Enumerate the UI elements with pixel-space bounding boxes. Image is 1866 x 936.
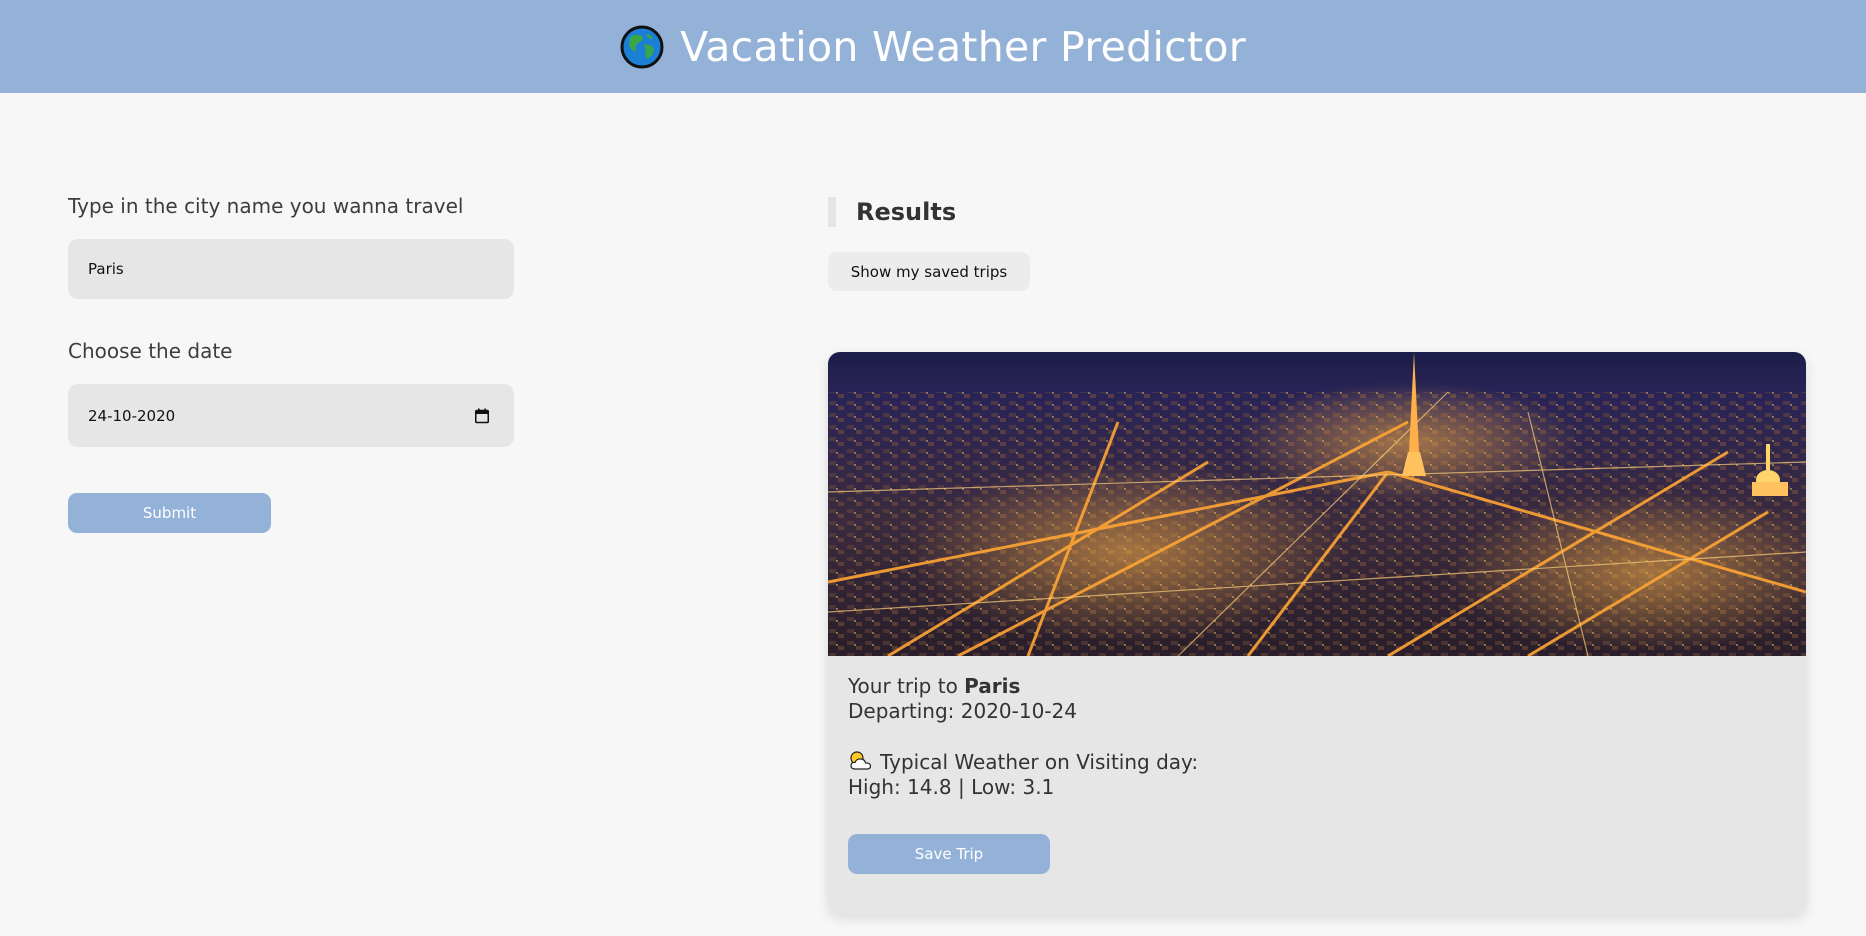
city-label: Type in the city name you wanna travel	[68, 194, 464, 218]
low-label: Low:	[971, 775, 1017, 799]
app-header: Vacation Weather Predictor	[0, 0, 1866, 93]
results-title: Results	[856, 198, 957, 226]
save-trip-button[interactable]: Save Trip	[848, 834, 1050, 874]
weather-temps: High: 14.8 | Low: 3.1	[848, 775, 1054, 800]
city-input[interactable]: Paris	[68, 239, 514, 299]
high-label: High:	[848, 775, 901, 799]
trip-departing: Departing: 2020-10-24	[848, 699, 1077, 724]
trip-destination: Your trip to Paris	[848, 674, 1020, 699]
low-value: 3.1	[1022, 775, 1055, 799]
show-saved-trips-button[interactable]: Show my saved trips	[828, 252, 1030, 291]
globe-icon	[620, 25, 664, 68]
sun-behind-cloud-icon	[850, 751, 872, 770]
city-image	[828, 352, 1806, 656]
weather-heading-row: Typical Weather on Visiting day:	[848, 750, 1198, 775]
calendar-icon[interactable]	[475, 408, 489, 423]
departing-date: 2020-10-24	[960, 699, 1077, 723]
high-value: 14.8	[907, 775, 952, 799]
trip-prefix: Your trip to	[848, 674, 958, 698]
trip-city: Paris	[964, 674, 1021, 698]
city-input-value: Paris	[88, 260, 124, 278]
app-title: Vacation Weather Predictor	[680, 22, 1246, 71]
results-accent-bar	[828, 197, 836, 227]
date-input-value: 24-10-2020	[88, 406, 176, 425]
date-input[interactable]: 24-10-2020	[68, 384, 514, 447]
temp-separator: |	[957, 775, 965, 799]
submit-button[interactable]: Submit	[68, 493, 271, 533]
departing-label: Departing:	[848, 699, 955, 723]
header-brand: Vacation Weather Predictor	[620, 23, 1246, 71]
weather-heading: Typical Weather on Visiting day:	[880, 750, 1199, 774]
trip-card: Your trip to Paris Departing: 2020-10-24…	[828, 352, 1806, 914]
date-label: Choose the date	[68, 339, 233, 363]
